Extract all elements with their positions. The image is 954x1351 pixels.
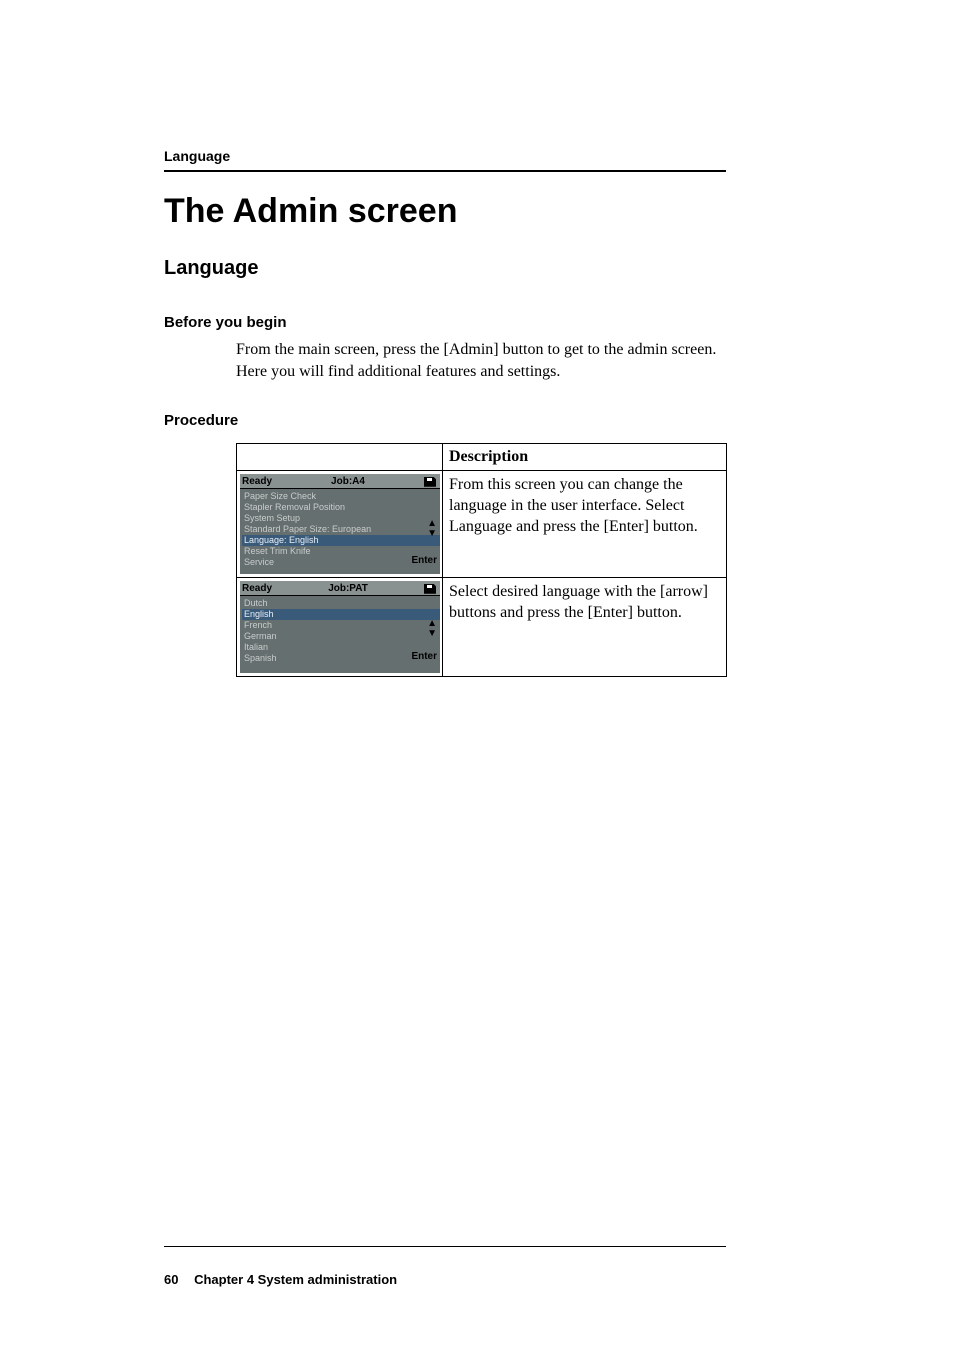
arrow-down-icon: ▼ [411,629,437,639]
description-cell: Select desired language with the [arrow]… [443,578,727,677]
disk-icon [424,477,436,487]
chapter-label: Chapter 4 System administration [194,1272,397,1287]
procedure-heading: Procedure [164,412,726,429]
lcd-status-ready: Ready [242,476,272,487]
lcd-status-ready: Ready [242,583,272,594]
lcd-menu-item: Service [242,557,440,568]
lcd-status-bar: Ready Job:A4 [240,474,440,489]
lcd-menu-item: Dutch [242,598,440,609]
table-header-empty [237,444,443,471]
lcd-menu-item: Standard Paper Size: European [242,524,440,535]
table-header-description: Description [443,444,727,471]
lcd-menu-item: Reset Trim Knife [242,546,440,557]
lcd-menu-item: Paper Size Check [242,491,440,502]
top-rule [164,170,726,172]
disk-icon [424,584,436,594]
lcd-status-bar: Ready Job:PAT [240,581,440,596]
table-header-row: Description [237,444,727,471]
lcd-status-job: Job:PAT [328,583,368,594]
description-cell: From this screen you can change the lang… [443,471,727,578]
bottom-rule [164,1246,726,1247]
running-head: Language [164,148,726,164]
lcd-menu-item: Italian [242,642,440,653]
page-footer: 60 Chapter 4 System administration [164,1272,397,1287]
section-heading: Language [164,257,726,280]
lcd-menu-item: System Setup [242,513,440,524]
lcd-menu-item-selected: Language: English [242,535,440,546]
arrow-down-icon: ▼ [411,529,437,539]
lcd-menu-item: Stapler Removal Position [242,502,440,513]
lcd-menu-body: Dutch English French German Italian Span… [240,596,440,664]
lcd-menu-body: Paper Size Check Stapler Removal Positio… [240,489,440,568]
document-page: Language The Admin screen Language Befor… [0,0,954,1351]
before-you-begin-body: From the main screen, press the [Admin] … [236,339,726,382]
before-you-begin-heading: Before you begin [164,314,726,331]
procedure-table: Description Ready Job:A4 Paper Size Chec… [236,443,727,677]
table-row: Ready Job:PAT Dutch English French Germa… [237,578,727,677]
table-row: Ready Job:A4 Paper Size Check Stapler Re… [237,471,727,578]
lcd-right-controls: ▲ ▼ Enter [411,619,437,662]
lcd-menu-item: French [242,620,440,631]
page-number: 60 [164,1272,178,1287]
lcd-enter-label: Enter [411,651,437,662]
lcd-screen: Ready Job:A4 Paper Size Check Stapler Re… [240,474,440,574]
lcd-enter-label: Enter [411,555,437,566]
lcd-screenshot-cell: Ready Job:PAT Dutch English French Germa… [237,578,443,677]
lcd-menu-item-selected: English [242,609,440,620]
lcd-menu-item: German [242,631,440,642]
lcd-right-controls: ▲ ▼ Enter [411,519,437,566]
lcd-screen: Ready Job:PAT Dutch English French Germa… [240,581,440,673]
page-title: The Admin screen [164,192,726,231]
lcd-status-job: Job:A4 [331,476,365,487]
lcd-menu-item: Spanish [242,653,440,664]
lcd-screenshot-cell: Ready Job:A4 Paper Size Check Stapler Re… [237,471,443,578]
